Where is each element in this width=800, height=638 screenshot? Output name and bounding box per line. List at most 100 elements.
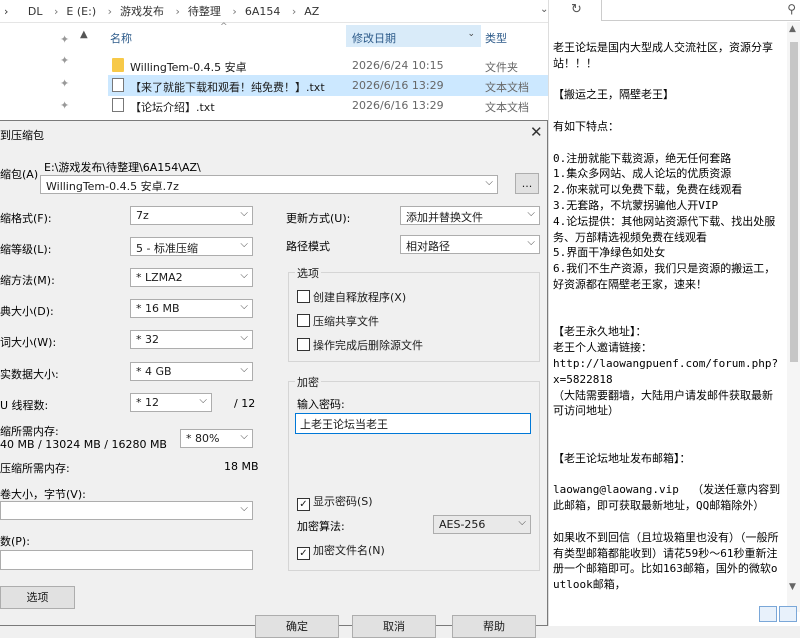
threads-total: / 12 [234,397,256,410]
text-line: 【老王永久地址】： [553,325,647,339]
memory-select[interactable]: * 80% ⌵ [180,429,253,448]
solid-block-select[interactable]: * 4 GB ⌵ [130,362,253,381]
view-tiles-icon[interactable] [779,606,797,622]
update-mode-select[interactable]: 添加并替换文件 ⌵ [400,206,540,225]
view-details-icon[interactable] [759,606,777,622]
browse-button[interactable]: ... [515,173,539,194]
word-size-label: 词大小(W): [0,336,57,349]
chevron-down-icon: ⌵ [240,364,248,375]
text-line: 老王个人邀请链接： [553,341,652,355]
breadcrumb-item[interactable]: 待整理 [188,5,221,18]
refresh-icon[interactable]: ↻ [571,2,582,17]
dictionary-select[interactable]: * 16 MB ⌵ [130,299,253,318]
text-line [553,293,781,309]
path-mode-value: 相对路径 [406,240,450,253]
breadcrumb-item[interactable]: 6A154 [245,5,281,18]
path-mode-select[interactable]: 相对路径 ⌵ [400,235,540,254]
text-line: 5.界面干净绿色如处女 [553,246,666,260]
file-row[interactable]: WillingTem-0.4.5 安卓 2026/6/24 10:15 文件夹 [108,55,548,76]
breadcrumb-item[interactable]: 游戏发布 [120,5,164,18]
column-header-name[interactable]: 名称 [110,30,132,52]
scroll-down-icon[interactable]: ▼ [789,582,796,592]
level-select[interactable]: 5 - 标准压缩 ⌵ [130,237,253,256]
pin-icon[interactable]: ✦ [60,77,69,90]
text-line: （大陆需要翻墙，大陆用户请发邮件获取最新可访问地址） [553,388,773,418]
scrollbar-thumb[interactable] [790,42,798,362]
text-file-icon [112,98,124,112]
chevron-down-icon[interactable]: ⌵ [485,177,493,188]
breadcrumb-item[interactable]: DL [28,5,43,18]
cancel-button[interactable]: 取消 [352,615,436,638]
column-header-date[interactable]: 修改日期 ⌄ [346,25,481,47]
text-line [553,435,781,451]
text-line [553,467,781,483]
address-bar[interactable]: › DL › E (E:) › 游戏发布 › 待整理 › 6A154 › AZ ⌄ [0,0,548,23]
chevron-down-icon: ⌵ [240,239,248,250]
ok-button[interactable]: 确定 [255,615,339,638]
checkbox-box[interactable] [297,338,310,351]
file-row[interactable]: 【论坛介绍】.txt 2026/6/16 13:29 文本文档 [108,95,548,116]
solid-block-value: * 4 GB [136,365,172,378]
dictionary-label: 典大小(D): [0,305,54,318]
breadcrumb-item[interactable]: E (E:) [66,5,96,18]
search-icon: ⚲ [787,2,796,16]
chevron-down-icon: ⌵ [240,301,248,312]
pin-icon[interactable]: ✦ [60,54,69,67]
show-password-checkbox[interactable]: ✓ 显示密码(S) [297,493,373,511]
file-date: 2026/6/16 13:29 [352,79,444,92]
check-icon[interactable]: ✓ [297,498,310,511]
file-row[interactable]: 【来了就能下载和观看！纯免费！】.txt 2026/6/16 13:29 文本文… [108,75,548,96]
breadcrumb-item[interactable]: AZ [304,5,319,18]
encryption-method-select[interactable]: AES-256 ⌵ [433,515,531,534]
archive-directory: E:\游戏发布\待整理\6A154\AZ\ [44,161,201,174]
help-button[interactable]: 帮助 [452,615,536,638]
method-select[interactable]: * LZMA2 ⌵ [130,268,253,287]
password-input[interactable]: 上老王论坛当老王 [295,413,531,434]
archive-name-combo[interactable]: WillingTem-0.4.5 安卓.7z ⌵ [40,175,498,194]
format-select[interactable]: 7z ⌵ [130,206,253,225]
checkbox-box[interactable] [297,290,310,303]
vertical-scrollbar[interactable]: ▲ ▼ [787,22,800,612]
create-sfx-checkbox[interactable]: 创建自释放程序(X) [297,289,406,305]
text-preview-pane: ↻ ⚲ 老王论坛是国内大型成人交流社区，资源分享站！！！ 【搬运之王，隔壁老王】… [548,0,800,626]
text-line: 老王论坛是国内大型成人交流社区，资源分享站！！！ [553,41,773,70]
column-header-type[interactable]: 类型 [485,30,507,52]
volume-size-select[interactable]: ⌵ [0,501,253,520]
text-line: 2.你来就可以免费下载，免费在线观看 [553,183,743,197]
text-line: 1.集众多网站、成人论坛的优质资源 [553,167,732,181]
scroll-up-icon[interactable]: ▲ [789,24,796,34]
compress-shared-checkbox[interactable]: 压缩共享文件 [297,313,379,329]
update-mode-label: 更新方式(U): [286,212,351,225]
pin-icon[interactable]: ✦ [60,99,69,112]
search-input[interactable]: ⚲ [601,0,800,21]
word-size-select[interactable]: * 32 ⌵ [130,330,253,349]
text-content[interactable]: 老王论坛是国内大型成人交流社区，资源分享站！！！ 【搬运之王，隔壁老王】 有如下… [553,40,781,593]
text-line [553,514,781,530]
chevron-down-icon: ⌵ [240,431,248,442]
word-size-value: * 32 [136,333,159,346]
archive-label: 缩包(A) [0,168,39,181]
file-type: 文本文档 [485,101,529,114]
options-button[interactable]: 选项 [0,586,75,609]
threads-value: * 12 [136,396,159,409]
decompress-memory-label: 压缩所需内存: [0,462,70,475]
memory-label: 缩所需内存: [0,425,59,438]
checkbox-box[interactable] [297,314,310,327]
create-sfx-label: 创建自释放程序(X) [313,291,407,304]
file-name: 【来了就能下载和观看！纯免费！】.txt [130,81,325,94]
threads-select[interactable]: * 12 ⌵ [130,393,212,412]
encrypt-names-checkbox[interactable]: ✓ 加密文件名(N) [297,542,385,560]
scroll-up-icon[interactable]: ▲ [80,29,88,40]
chevron-down-icon: ⌵ [240,270,248,281]
text-line: http://laowangpuenf.com/forum.php?x=5822… [553,356,779,386]
path-mode-label: 路径模式 [286,240,330,253]
delete-after-checkbox[interactable]: 操作完成后删除源文件 [297,337,423,353]
breadcrumb[interactable]: › DL › E (E:) › 游戏发布 › 待整理 › 6A154 › AZ [4,3,319,19]
check-icon[interactable]: ✓ [297,547,310,560]
pin-icon[interactable]: ✦ [60,33,69,46]
text-line [553,103,781,119]
parameters-input[interactable] [0,550,253,570]
level-value: 5 - 标准压缩 [136,242,198,255]
chevron-down-icon[interactable]: ⌄ [467,29,475,39]
close-icon[interactable]: ✕ [530,123,543,141]
